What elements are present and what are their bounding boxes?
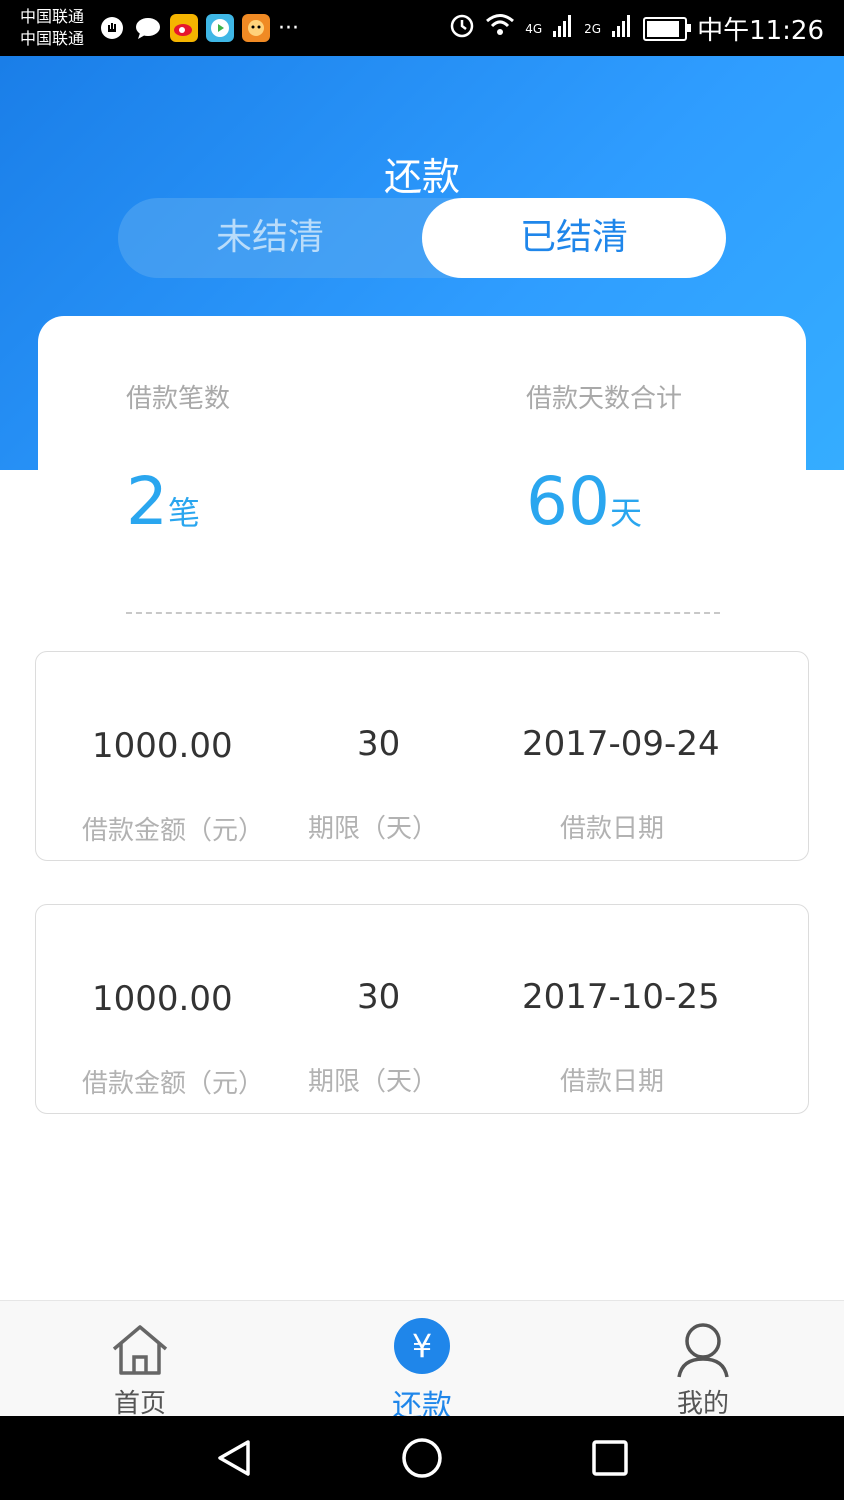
tab-home[interactable]: 首页: [60, 1301, 220, 1419]
battery-icon: [643, 16, 692, 41]
loan-days-unit: 天: [609, 494, 642, 532]
loan-record-card[interactable]: 1000.00 30 2017-10-25 借款金额（元） 期限（天） 借款日期: [35, 904, 809, 1114]
loan-term: 30: [357, 977, 401, 1017]
loan-count-number: 2: [126, 463, 168, 540]
chat-bubble-icon: [134, 14, 162, 42]
loan-date-label: 借款日期: [560, 1067, 665, 1097]
loan-date: 2017-10-25: [522, 977, 720, 1017]
carrier-1: 中国联通: [20, 7, 85, 26]
video-app-icon: [206, 14, 234, 42]
wifi-icon: [485, 13, 515, 44]
tab-repay[interactable]: ¥ 还款: [342, 1301, 502, 1424]
network-4g-label: 4G: [525, 21, 543, 36]
tab-me[interactable]: 我的: [623, 1301, 783, 1419]
back-icon[interactable]: [212, 1436, 256, 1480]
tab-settled[interactable]: 已结清: [422, 198, 726, 278]
loan-amount: 1000.00: [92, 979, 233, 1019]
page-title: 还款: [383, 155, 460, 199]
loan-days-label: 借款天数合计: [526, 384, 683, 414]
loan-amount: 1000.00: [92, 726, 233, 766]
yuan-icon: ¥: [394, 1318, 450, 1374]
loan-count-unit: 笔: [168, 494, 201, 532]
system-navigation-bar: [0, 1416, 844, 1500]
loan-amount-label: 借款金额（元）: [82, 816, 265, 846]
loan-count-label: 借款笔数: [126, 384, 231, 414]
bottom-tab-bar: 首页 ¥ 还款 我的: [0, 1300, 844, 1424]
user-icon: [674, 1321, 732, 1383]
signal-icon-2: [611, 13, 633, 44]
status-bar: 中国联通 中国联通 ··· 4G 2G 中午11:26: [0, 0, 844, 56]
home-circle-icon[interactable]: [400, 1436, 444, 1480]
home-icon: [110, 1323, 170, 1381]
settlement-tab-switch: 未结清 已结清: [118, 198, 726, 278]
alarm-icon: [449, 12, 475, 45]
clock: 中午11:26: [697, 16, 824, 46]
loan-record-card[interactable]: 1000.00 30 2017-09-24 借款金额（元） 期限（天） 借款日期: [35, 651, 809, 861]
game-app-icon: [242, 14, 270, 42]
loan-term: 30: [357, 724, 401, 764]
summary-card: 借款笔数 借款天数合计 2笔 60天: [38, 316, 806, 646]
loan-term-label: 期限（天）: [308, 1067, 439, 1097]
network-2g-label: 2G: [584, 21, 602, 36]
recents-square-icon[interactable]: [588, 1436, 632, 1480]
weibo-icon: [170, 14, 198, 42]
loan-term-label: 期限（天）: [308, 814, 439, 844]
tab-unsettled[interactable]: 未结清: [118, 198, 422, 278]
tab-home-label: 首页: [113, 1389, 166, 1419]
carrier-2: 中国联通: [20, 29, 85, 48]
tab-me-label: 我的: [676, 1389, 729, 1419]
loan-days-number: 60: [526, 463, 610, 540]
dashed-divider: [126, 612, 720, 614]
hand-icon: [98, 14, 126, 42]
system-status: 4G 2G 中午11:26: [449, 10, 824, 47]
notification-icons: ···: [98, 14, 299, 42]
loan-count-value: 2笔: [126, 462, 200, 553]
signal-icon-1: [552, 13, 574, 44]
loan-days-value: 60天: [526, 462, 642, 553]
loan-date: 2017-09-24: [522, 724, 720, 764]
loan-amount-label: 借款金额（元）: [82, 1069, 265, 1099]
carrier-info: 中国联通 中国联通: [20, 6, 84, 50]
loan-date-label: 借款日期: [560, 814, 665, 844]
more-notifications-icon: ···: [278, 15, 299, 41]
